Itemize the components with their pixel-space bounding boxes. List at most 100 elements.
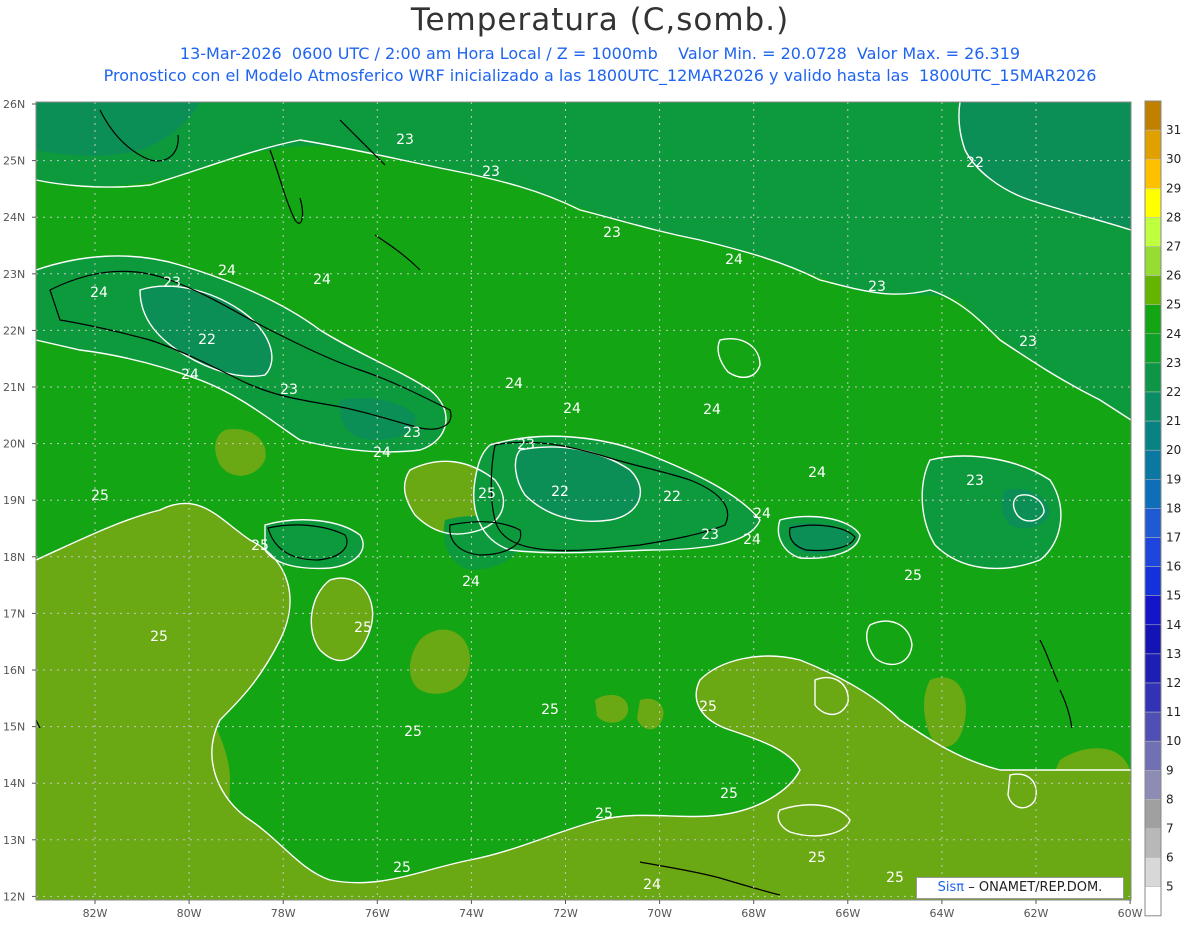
lat-tick-label: 17N xyxy=(3,607,25,620)
contour-label: 25 xyxy=(808,850,826,866)
colorbar-label: 25 xyxy=(1166,298,1181,312)
colorbar-label: 15 xyxy=(1166,589,1181,603)
lat-tick-label: 22N xyxy=(3,324,25,337)
credit-box: Sisπ – ONAMET/REP.DOM. xyxy=(916,877,1124,899)
contour-label: 24 xyxy=(373,445,391,461)
colorbar-swatch xyxy=(1144,682,1162,713)
lat-tick-label: 19N xyxy=(3,494,25,507)
colorbar-label: 10 xyxy=(1166,734,1181,748)
colorbar-label: 21 xyxy=(1166,414,1181,428)
lat-tick-label: 12N xyxy=(3,890,25,903)
lon-tick-label: 78W xyxy=(271,907,296,920)
colorbar-label: 7 xyxy=(1166,822,1174,836)
contour-label: 25 xyxy=(699,699,717,715)
temperature-map: 23 23 22 23 24 24 24 23 23 22 24 23 23 24 24 24 24 23 24 23… xyxy=(3,98,1181,920)
colorbar-swatch xyxy=(1144,828,1162,858)
colorbar-label: 28 xyxy=(1166,210,1181,224)
colorbar-label: 19 xyxy=(1166,472,1181,486)
colorbar-swatch xyxy=(1144,188,1162,218)
contour-label: 23 xyxy=(1019,334,1037,350)
contour-label: 24 xyxy=(313,272,331,288)
contour-label: 25 xyxy=(354,620,372,636)
contour-label: 23 xyxy=(603,225,621,241)
colorbar-label: 11 xyxy=(1166,705,1181,719)
colorbar-swatch xyxy=(1144,100,1162,131)
colorbar-swatch xyxy=(1144,158,1162,189)
contour-label: 23 xyxy=(403,425,421,441)
colorbar-swatch xyxy=(1144,449,1162,480)
contour-label: 25 xyxy=(720,786,738,802)
contour-label: 22 xyxy=(198,332,216,348)
contour-label: 24 xyxy=(181,367,199,383)
contour-label: 22 xyxy=(966,155,984,171)
contour-label: 23 xyxy=(396,132,414,148)
lon-tick-label: 72W xyxy=(553,907,578,920)
colorbar-swatch xyxy=(1144,420,1162,451)
colorbar-label: 12 xyxy=(1166,676,1181,690)
lat-tick-label: 18N xyxy=(3,551,25,564)
credit-org: – ONAMET/REP.DOM. xyxy=(968,880,1103,895)
contour-label: 25 xyxy=(91,488,109,504)
colorbar-swatch xyxy=(1144,275,1162,305)
colorbar-label: 8 xyxy=(1166,792,1174,806)
contour-label: 24 xyxy=(743,532,761,548)
colorbar-label: 27 xyxy=(1166,240,1181,254)
contour-label: 24 xyxy=(753,506,771,522)
contour-label: 23 xyxy=(701,527,719,543)
colorbar-swatch xyxy=(1144,711,1162,742)
colorbar-swatch xyxy=(1144,217,1162,247)
colorbar-swatch xyxy=(1144,740,1162,771)
colorbar-swatch xyxy=(1144,857,1162,887)
colorbar-label: 24 xyxy=(1166,327,1181,341)
contour-label: 25 xyxy=(478,486,496,502)
contour-label: 24 xyxy=(462,574,480,590)
lat-tick-label: 24N xyxy=(3,211,25,224)
contour-label: 25 xyxy=(904,568,922,584)
lon-tick-label: 80W xyxy=(177,907,202,920)
lon-tick-label: 74W xyxy=(459,907,484,920)
colorbar-label: 22 xyxy=(1166,385,1181,399)
contour-label: 23 xyxy=(966,473,984,489)
colorbar-label: 6 xyxy=(1166,851,1174,865)
colorbar-swatch xyxy=(1144,624,1162,655)
lon-tick-label: 70W xyxy=(647,907,672,920)
contour-label: 25 xyxy=(541,702,559,718)
colorbar-swatch xyxy=(1144,479,1162,509)
lat-tick-label: 13N xyxy=(3,834,25,847)
lat-tick-label: 16N xyxy=(3,664,25,677)
colorbar-swatch xyxy=(1144,333,1162,364)
latitude-axis: 26N 25N 24N 23N 22N 21N 20N 19N 18N 17N 16N 15N 14N 1… xyxy=(3,98,36,903)
contour-label: 24 xyxy=(808,465,826,481)
lon-tick-label: 68W xyxy=(741,907,766,920)
contour-label: 24 xyxy=(703,402,721,418)
colorbar-label: 29 xyxy=(1166,181,1181,195)
lat-tick-label: 14N xyxy=(3,777,25,790)
contour-label: 24 xyxy=(643,877,661,893)
colorbar-swatch xyxy=(1144,304,1162,335)
colorbar-swatch xyxy=(1144,362,1162,393)
credit-brand: Sisπ xyxy=(937,880,965,895)
lon-tick-label: 76W xyxy=(365,907,390,920)
lat-tick-label: 21N xyxy=(3,381,25,394)
contour-label: 23 xyxy=(868,279,886,295)
contour-label: 23 xyxy=(280,382,298,398)
contour-label: 24 xyxy=(218,263,236,279)
contour-label: 25 xyxy=(886,870,904,886)
lat-tick-label: 26N xyxy=(3,98,25,111)
colorbar-swatch xyxy=(1144,595,1162,626)
lat-tick-label: 23N xyxy=(3,268,25,281)
colorbar-swatch xyxy=(1144,566,1162,596)
colorbar-swatch xyxy=(1144,508,1162,538)
colorbar-swatch xyxy=(1144,129,1162,160)
colorbar-label: 18 xyxy=(1166,501,1181,515)
contour-label: 25 xyxy=(404,724,422,740)
colorbar-swatch xyxy=(1144,653,1162,684)
colorbar-swatch xyxy=(1144,537,1162,567)
map-plot: 23 23 22 23 24 24 24 23 23 22 24 23 23 24 24 24 24 23 24 23… xyxy=(35,101,1132,901)
colorbar-swatch xyxy=(1144,246,1162,276)
contour-label: 22 xyxy=(663,489,681,505)
lon-tick-label: 60W xyxy=(1118,907,1143,920)
colorbar-swatch xyxy=(1144,886,1162,917)
colorbar-label: 20 xyxy=(1166,443,1181,457)
contour-label: 24 xyxy=(725,252,743,268)
